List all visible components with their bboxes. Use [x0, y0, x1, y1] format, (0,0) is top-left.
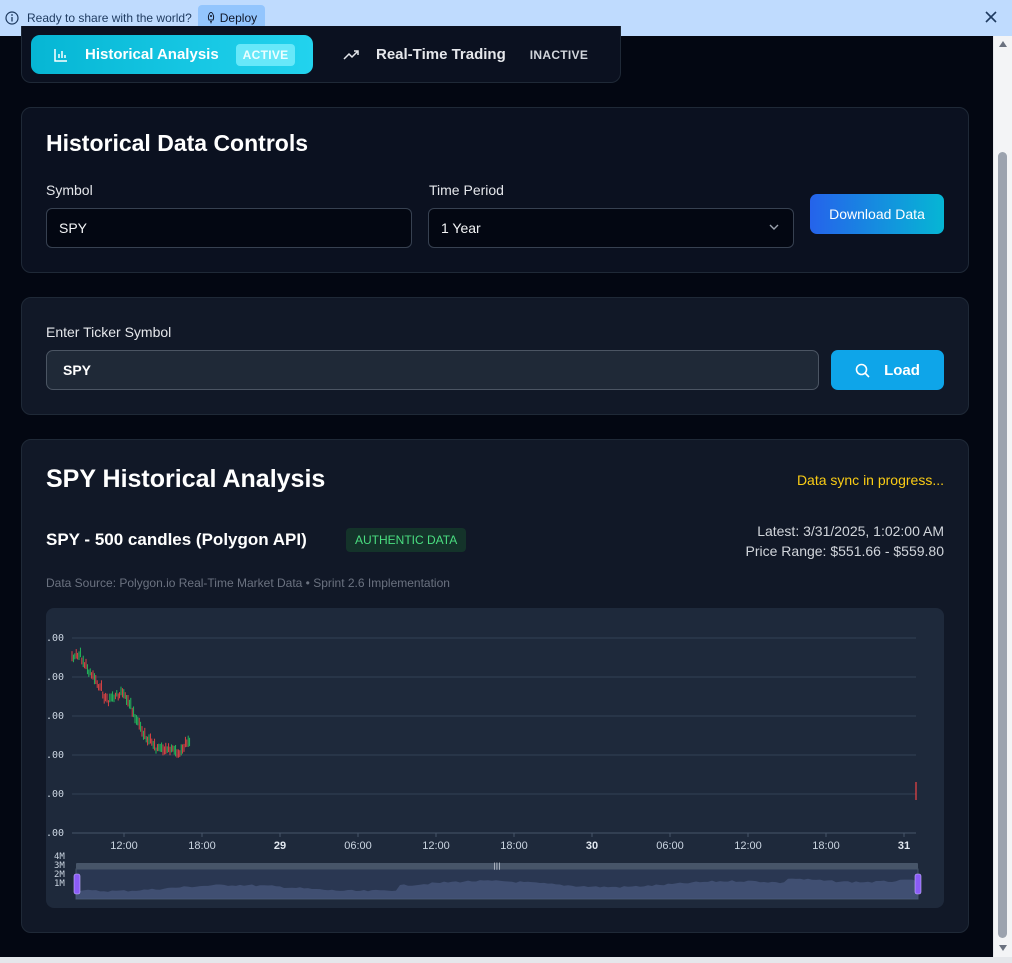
- scroll-thumb[interactable]: [998, 152, 1007, 938]
- bottom-strip: [0, 957, 1012, 963]
- price-range: Price Range: $551.66 - $559.80: [745, 543, 944, 559]
- x-tick-label: 18:00: [812, 840, 840, 852]
- x-tick-label: 06:00: [656, 840, 684, 852]
- status-badge: INACTIVE: [529, 47, 589, 62]
- y-tick-label: .00: [46, 711, 64, 722]
- authentic-data-badge: AUTHENTIC DATA: [346, 528, 467, 552]
- sync-status: Data sync in progress...: [796, 472, 944, 488]
- x-tick-label: 18:00: [188, 840, 216, 852]
- x-tick-label: 18:00: [500, 840, 528, 852]
- navigator-handle-left: [73, 873, 81, 895]
- info-icon: [5, 11, 19, 25]
- ticker-card: Enter Ticker Symbol SPY Load: [21, 297, 969, 415]
- banner-text: Ready to share with the world?: [27, 11, 192, 25]
- deploy-label: Deploy: [219, 11, 258, 25]
- navigator-handle-right: [914, 873, 922, 895]
- analysis-title: SPY Historical Analysis: [46, 465, 326, 493]
- bar-chart-icon: [54, 48, 67, 62]
- latest-timestamp: Latest: 3/31/2025, 1:02:00 AM: [757, 523, 944, 539]
- chevron-down-icon: [769, 224, 779, 230]
- close-icon[interactable]: [984, 10, 998, 24]
- mode-tabs: Historical Analysis ACTIVE Real-Time Tra…: [21, 26, 621, 83]
- price-meta: Latest: 3/31/2025, 1:02:00 AM Price Rang…: [746, 521, 944, 561]
- x-tick-label: 06:00: [344, 840, 372, 852]
- period-value: 1 Year: [441, 220, 481, 236]
- ticker-input[interactable]: SPY: [46, 350, 819, 390]
- load-button[interactable]: Load: [831, 350, 944, 390]
- scroll-down-arrow[interactable]: [999, 945, 1007, 951]
- period-select[interactable]: 1 Year: [428, 208, 794, 248]
- period-label: Time Period: [429, 182, 504, 198]
- x-tick-label: 31: [898, 840, 910, 852]
- search-icon: [855, 363, 870, 378]
- y-tick-label: .00: [46, 828, 64, 839]
- tab-historical-analysis[interactable]: Historical Analysis ACTIVE: [31, 35, 313, 74]
- x-tick-label: 12:00: [422, 840, 450, 852]
- symbol-label: Symbol: [46, 182, 93, 198]
- chart-subtitle: SPY - 500 candles (Polygon API): [46, 530, 307, 549]
- analysis-card: SPY Historical Analysis Data sync in pro…: [21, 439, 969, 933]
- x-tick-label: 30: [586, 840, 598, 852]
- x-tick-label: 12:00: [734, 840, 762, 852]
- status-badge: ACTIVE: [235, 43, 296, 66]
- card-title: Historical Data Controls: [46, 130, 308, 156]
- data-source: Data Source: Polygon.io Real-Time Market…: [46, 576, 450, 590]
- rocket-icon: [207, 12, 214, 24]
- ticker-label: Enter Ticker Symbol: [46, 324, 172, 340]
- page-scrollbar[interactable]: [993, 36, 1012, 957]
- download-data-button[interactable]: Download Data: [810, 194, 944, 234]
- x-tick-label: 29: [274, 840, 286, 852]
- tab-label: Real-Time Trading: [376, 46, 506, 63]
- load-label: Load: [884, 361, 920, 379]
- historical-controls-card: Historical Data Controls Symbol SPY Time…: [21, 107, 969, 273]
- candlestick-chart[interactable]: .00 .00 .00 .00 .00 .00 12:00 18:00 29 06:00 12:0…: [46, 608, 944, 908]
- chart-canvas[interactable]: .00 .00 .00 .00 .00 .00 12:00 18:00 29 06:00 12:0…: [46, 608, 944, 908]
- y-tick-label: .00: [46, 789, 64, 800]
- navigator-grip: |||: [493, 862, 500, 870]
- volume-tick-label: 1M: [54, 879, 65, 889]
- y-tick-label: .00: [46, 672, 64, 683]
- x-tick-label: 12:00: [110, 840, 138, 852]
- tab-real-time-trading[interactable]: Real-Time Trading INACTIVE: [343, 35, 588, 74]
- y-tick-label: .00: [46, 633, 64, 644]
- y-tick-label: .00: [46, 750, 64, 761]
- symbol-input[interactable]: SPY: [46, 208, 412, 248]
- trending-up-icon: [343, 49, 359, 60]
- tab-label: Historical Analysis: [85, 46, 219, 63]
- scroll-up-arrow[interactable]: [999, 41, 1007, 47]
